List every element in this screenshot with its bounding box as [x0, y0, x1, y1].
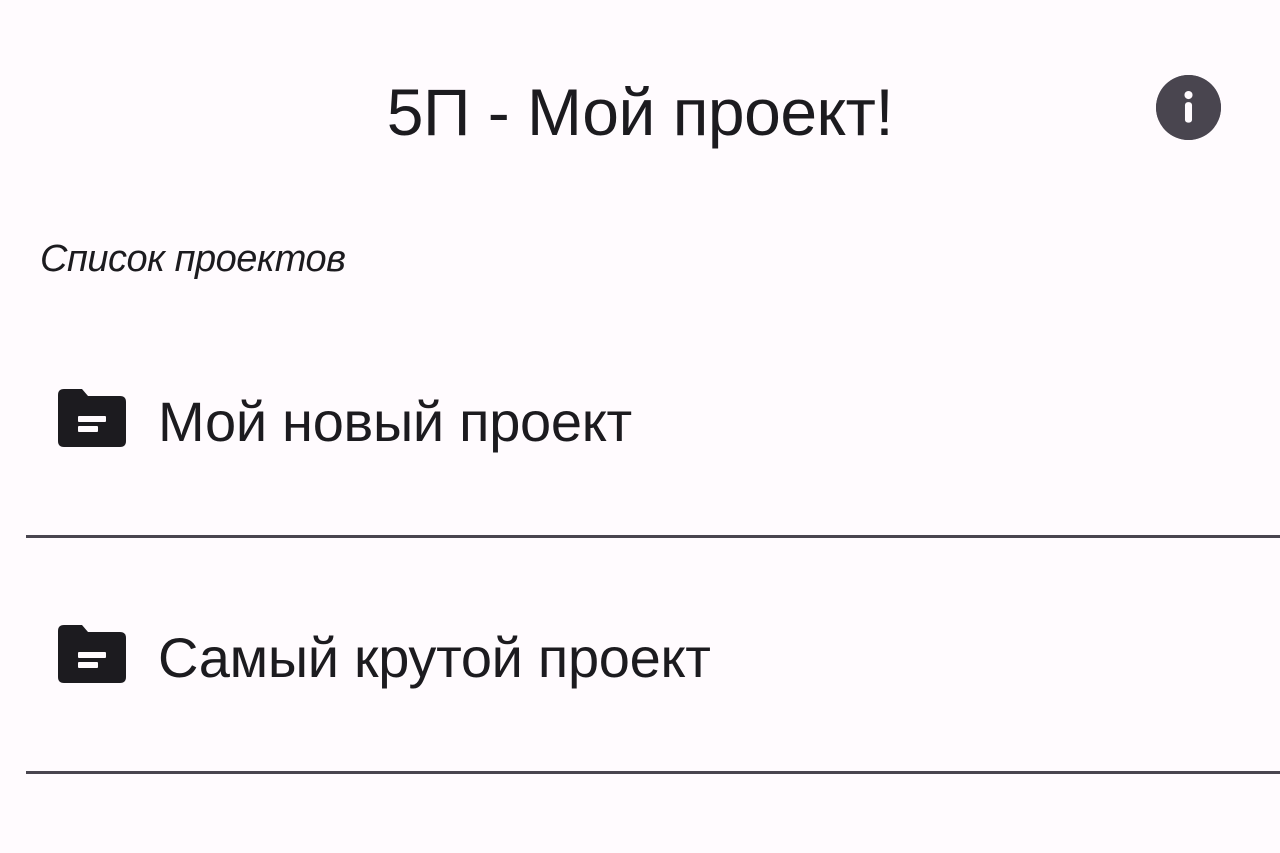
- project-name: Мой новый проект: [158, 390, 632, 453]
- info-icon: [1156, 75, 1221, 140]
- divider: [26, 771, 1280, 774]
- folder-icon: [58, 625, 126, 683]
- project-list: Мой новый проект Самый крутой проект: [0, 302, 1280, 774]
- app-title: 5П - Мой проект!: [386, 75, 894, 149]
- section-label: Список проектов: [40, 238, 346, 280]
- project-item[interactable]: Самый крутой проект: [0, 538, 1280, 774]
- folder-icon: [58, 389, 126, 447]
- project-item[interactable]: Мой новый проект: [0, 302, 1280, 538]
- app-bar: 5П - Мой проект!: [0, 0, 1280, 220]
- info-button[interactable]: [1156, 75, 1221, 140]
- project-name: Самый крутой проект: [158, 626, 711, 689]
